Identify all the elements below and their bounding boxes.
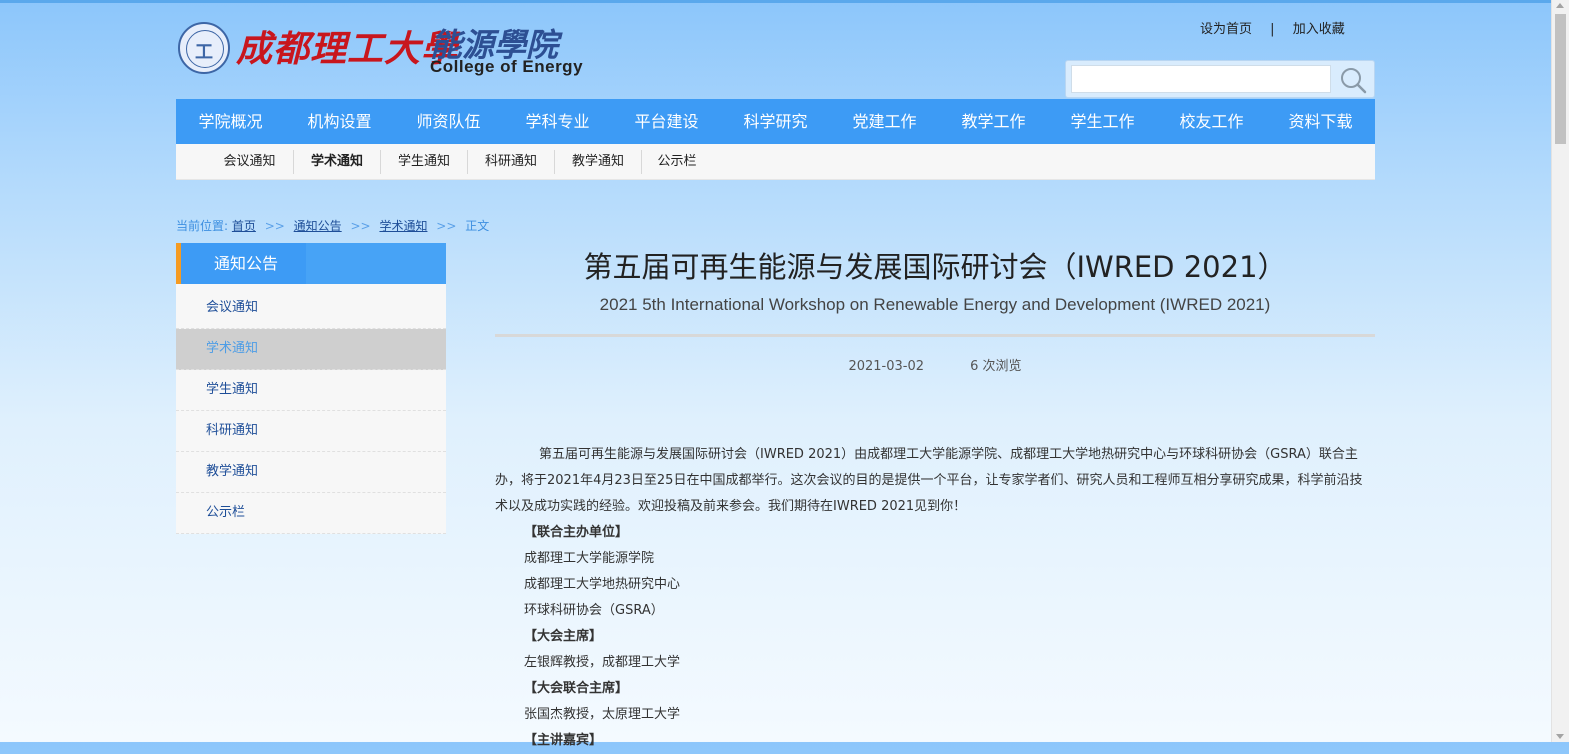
sub-nav: 会议通知 学术通知 学生通知 科研通知 教学通知 公示栏 [176,144,1375,180]
nav-item-faculty[interactable]: 师资队伍 [394,99,503,144]
scroll-up-arrow-icon[interactable] [1556,3,1564,8]
cochair-heading: 【大会联合主席】 [524,681,629,696]
college-name-en: College of Energy [430,57,584,76]
intro-paragraph: 第五届可再生能源与发展国际研讨会（IWRED 2021）由成都理工大学能源学院、… [495,447,1363,514]
article-subtitle: 2021 5th International Workshop on Renew… [599,295,1271,314]
set-homepage-link[interactable]: 设为首页 [1200,22,1252,37]
university-seal-icon: 工 [178,22,230,74]
search-box [1065,60,1375,98]
main-nav: 学院概况 机构设置 师资队伍 学科专业 平台建设 科学研究 党建工作 教学工作 … [176,99,1375,144]
search-input[interactable] [1071,65,1331,93]
nav-item-students[interactable]: 学生工作 [1048,99,1157,144]
sidebar-item-meetings[interactable]: 会议通知 [176,288,446,329]
breadcrumb-notices[interactable]: 通知公告 [294,219,342,233]
sidebar-item-research[interactable]: 科研通知 [176,411,446,452]
breadcrumb: 当前位置: 首页 >> 通知公告 >> 学术通知 >> 正文 [176,217,489,234]
sidebar-title: 通知公告 [214,254,279,273]
breadcrumb-academic[interactable]: 学术通知 [379,219,427,233]
article-meta: 2021-03-02 6 次浏览 [495,355,1375,374]
nav-item-platforms[interactable]: 平台建设 [612,99,721,144]
subnav-item-student[interactable]: 学生通知 [381,144,467,180]
breadcrumb-prefix: 当前位置: [176,219,229,233]
sidebar: 通知公告 会议通知 学术通知 学生通知 科研通知 教学通知 公示栏 [176,243,446,534]
article-title: 第五届可再生能源与发展国际研讨会（IWRED 2021） [583,250,1287,284]
cochair-name: 张国杰教授，太原理工大学 [524,707,681,722]
organizers-heading: 【联合主办单位】 [524,525,629,540]
chair-heading: 【大会主席】 [524,629,603,644]
nav-item-about[interactable]: 学院概况 [176,99,285,144]
vertical-scrollbar[interactable] [1551,0,1569,742]
scroll-down-arrow-icon[interactable] [1556,734,1564,739]
breadcrumb-separator: >> [264,219,285,233]
university-name: 成都理工大學 [236,28,459,70]
article: 第五届可再生能源与发展国际研讨会（IWRED 2021） 2021 5th In… [495,243,1375,754]
nav-item-party[interactable]: 党建工作 [830,99,939,144]
nav-item-research[interactable]: 科学研究 [721,99,830,144]
nav-item-downloads[interactable]: 资料下载 [1266,99,1375,144]
organizer-item: 成都理工大学能源学院 [524,551,655,566]
title-divider [495,334,1375,337]
subnav-item-meetings[interactable]: 会议通知 [206,144,293,180]
top-links: 设为首页 | 加入收藏 [1200,18,1376,37]
sidebar-item-academic[interactable]: 学术通知 [176,329,446,370]
sidebar-list: 会议通知 学术通知 学生通知 科研通知 教学通知 公示栏 [176,284,446,534]
top-accent-line [0,0,1552,3]
sidebar-item-teaching[interactable]: 教学通知 [176,452,446,493]
subnav-item-research[interactable]: 科研通知 [468,144,554,180]
breadcrumb-home[interactable]: 首页 [232,219,256,233]
link-separator: | [1270,22,1275,37]
nav-item-teaching[interactable]: 教学工作 [939,99,1048,144]
chair-name: 左银辉教授，成都理工大学 [524,655,681,670]
subnav-item-bulletin[interactable]: 公示栏 [642,144,712,180]
scrollbar-thumb[interactable] [1555,14,1566,144]
speakers-heading: 【主讲嘉宾】 [524,733,603,748]
add-favorite-link[interactable]: 加入收藏 [1293,22,1345,37]
search-icon[interactable] [1338,65,1368,95]
nav-item-alumni[interactable]: 校友工作 [1157,99,1266,144]
nav-item-structure[interactable]: 机构设置 [285,99,394,144]
publish-date: 2021-03-02 [848,359,924,374]
college-logo[interactable]: 工 成都理工大學 能源學院 College of Energy [178,18,598,82]
breadcrumb-separator: >> [350,219,371,233]
view-count: 6 次浏览 [970,359,1022,374]
subnav-item-teaching[interactable]: 教学通知 [555,144,641,180]
nav-item-disciplines[interactable]: 学科专业 [503,99,612,144]
subnav-item-academic[interactable]: 学术通知 [294,144,380,180]
sidebar-item-bulletin[interactable]: 公示栏 [176,493,446,534]
breadcrumb-separator: >> [436,219,457,233]
organizer-item: 成都理工大学地热研究中心 [524,577,681,592]
breadcrumb-current: 正文 [465,219,490,233]
sidebar-item-student[interactable]: 学生通知 [176,370,446,411]
sidebar-header: 通知公告 [176,243,446,284]
article-body: 第五届可再生能源与发展国际研讨会（IWRED 2021）由成都理工大学能源学院、… [495,442,1375,754]
organizer-item: 环球科研协会（GSRA） [524,603,664,618]
